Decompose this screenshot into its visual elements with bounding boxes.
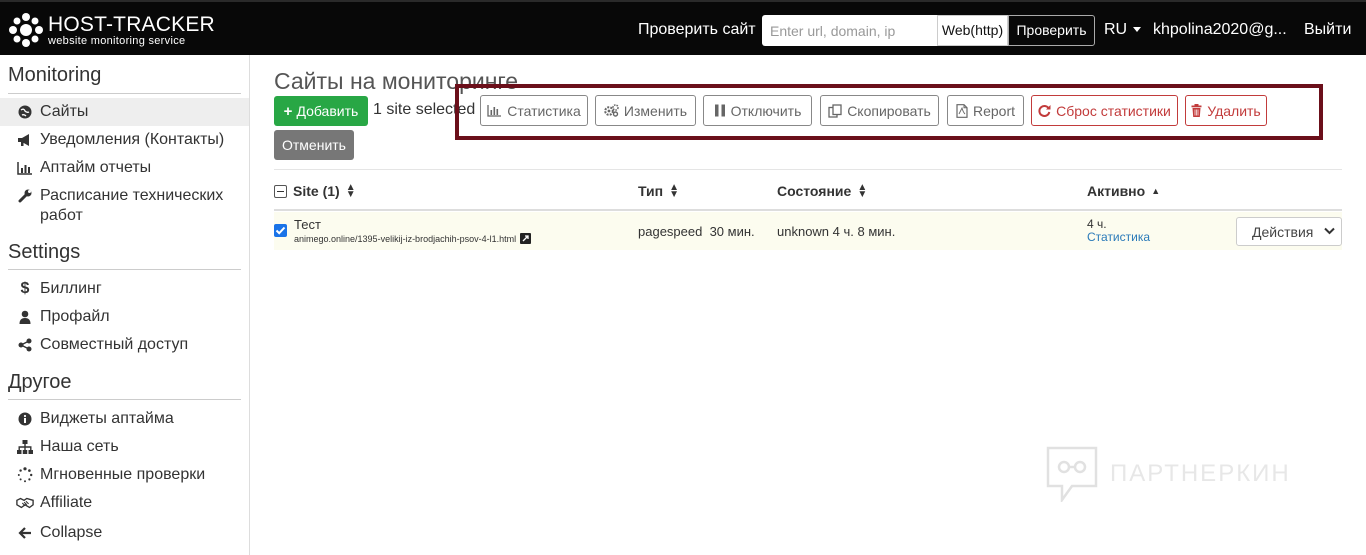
sidebar-item-label: Виджеты аптайма: [40, 410, 174, 427]
spinner-icon: [16, 465, 34, 485]
logo-title: HOST-TRACKER: [48, 12, 215, 36]
column-header-active[interactable]: Активно ▲: [1087, 183, 1160, 199]
caret-down-icon: [1133, 27, 1142, 33]
actions-dropdown-label: Действия: [1252, 223, 1314, 240]
sidebar-item-our-network[interactable]: Наша сеть: [0, 437, 249, 457]
divider: [8, 399, 241, 400]
row-checkbox[interactable]: [274, 224, 287, 237]
check-button[interactable]: Проверить: [1008, 15, 1095, 46]
add-button-label: Добавить: [296, 103, 359, 119]
user-icon: [16, 307, 34, 327]
sidebar-item-label: Аптайм отчеты: [40, 159, 152, 176]
sidebar-item-label: Сайты: [40, 103, 89, 120]
handshake-icon: [16, 493, 34, 513]
external-link-icon[interactable]: [520, 233, 532, 244]
actions-dropdown[interactable]: Действия: [1236, 217, 1342, 246]
sidebar-item-uptime-reports[interactable]: Аптайм отчеты: [0, 158, 249, 178]
bar-chart-icon: [16, 158, 34, 178]
select-all-checkbox[interactable]: [274, 184, 287, 198]
sidebar-item-label: Биллинг: [40, 280, 102, 297]
sidebar-item-label: Наша сеть: [40, 438, 119, 455]
column-header-label: Site (1): [293, 183, 340, 199]
cancel-button[interactable]: Отменить: [274, 130, 354, 160]
sidebar-item-label: Collapse: [40, 524, 103, 541]
dollar-icon: $: [20, 280, 30, 297]
sidebar: Monitoring Сайты Уведомления (Контакты) …: [0, 55, 250, 555]
sort-icon: ▲ ▼: [857, 182, 868, 200]
sidebar-item-label: Affiliate: [40, 494, 93, 511]
top-navbar: HOST-TRACKER website monitoring service …: [0, 0, 1366, 55]
sort-icon: ▲ ▼: [669, 182, 679, 200]
sidebar-item-profile[interactable]: Профайл: [0, 307, 249, 327]
user-account[interactable]: khpolina2020@g...: [1153, 21, 1287, 39]
chevron-down-icon: [1324, 227, 1335, 235]
plus-icon: +: [283, 102, 293, 120]
logo-icon: [9, 13, 43, 47]
add-button[interactable]: + Добавить: [274, 96, 368, 126]
language-dropdown[interactable]: RU: [1104, 21, 1142, 39]
status-cell: unknown 4 ч. 8 мин.: [777, 224, 896, 239]
sidebar-item-label: Уведомления (Контакты): [40, 131, 225, 148]
active-duration: 4 ч.: [1087, 217, 1107, 231]
sidebar-section-settings: Settings: [8, 241, 81, 263]
sidebar-item-sites[interactable]: Сайты: [0, 98, 249, 126]
sitemap-icon: [16, 437, 34, 457]
arrow-left-icon: [16, 523, 34, 543]
sidebar-item-label: Профайл: [40, 308, 110, 325]
divider: [274, 209, 1342, 211]
logo-subtitle: website monitoring service: [48, 34, 186, 47]
minus-icon: [277, 190, 284, 192]
column-header-status[interactable]: Состояние ▲ ▼: [777, 182, 868, 200]
sidebar-section-monitoring: Monitoring: [8, 64, 102, 86]
check-site-label: Проверить сайт: [638, 21, 756, 38]
logout-link[interactable]: Выйти: [1304, 21, 1351, 39]
info-icon: [16, 409, 34, 429]
row-statistics-link[interactable]: Статистика: [1087, 230, 1150, 244]
language-label: RU: [1104, 21, 1128, 38]
logo[interactable]: HOST-TRACKER website monitoring service: [8, 12, 215, 48]
check-interval: 30 мин.: [709, 224, 755, 239]
site-name[interactable]: Тест: [294, 217, 321, 232]
site-url-cell: animego.online/1395-velikij-iz-brodjachi…: [294, 233, 532, 244]
column-header-label: Активно: [1087, 183, 1146, 199]
type-cell: pagespeed 30 мин.: [638, 224, 755, 239]
divider: [8, 269, 241, 270]
divider: [8, 93, 241, 94]
wrench-icon: [16, 186, 34, 206]
column-header-label: Состояние: [777, 183, 852, 199]
share-icon: [16, 335, 34, 355]
watermark: ПАРТНЕРКИН: [1046, 446, 1291, 502]
sidebar-item-collapse[interactable]: Collapse: [0, 523, 249, 543]
sidebar-item-label: Совместный доступ: [40, 336, 189, 353]
sidebar-item-instant-checks[interactable]: Мгновенные проверки: [0, 465, 249, 485]
sidebar-item-notifications[interactable]: Уведомления (Контакты): [0, 130, 249, 150]
sidebar-item-maintenance[interactable]: Расписание технических работ: [0, 186, 240, 226]
url-input[interactable]: [762, 15, 937, 46]
toolbar-highlight-frame: [455, 84, 1323, 140]
watermark-logo-icon: [1046, 446, 1098, 502]
sort-icon: ▲ ▼: [345, 182, 356, 200]
check-type: pagespeed: [638, 224, 703, 239]
bullhorn-icon: [16, 130, 34, 150]
sidebar-section-other: Другое: [8, 371, 72, 393]
sidebar-item-shared-access[interactable]: Совместный доступ: [0, 335, 249, 355]
check-type-selector[interactable]: Web(http): [937, 15, 1008, 46]
globe-icon: [16, 102, 34, 122]
sidebar-item-billing[interactable]: $ Биллинг: [0, 279, 249, 299]
sidebar-item-label: Мгновенные проверки: [40, 466, 206, 483]
sidebar-item-uptime-widgets[interactable]: Виджеты аптайма: [0, 409, 249, 429]
column-header-label: Тип: [638, 183, 664, 199]
column-header-site[interactable]: Site (1) ▲ ▼: [274, 182, 356, 200]
sort-asc-icon: ▲: [1151, 186, 1161, 196]
sidebar-item-label: Расписание технических работ: [40, 187, 224, 224]
divider: [274, 169, 1342, 170]
site-url: animego.online/1395-velikij-iz-brodjachi…: [294, 233, 517, 244]
check-icon: [275, 226, 286, 235]
column-header-type[interactable]: Тип ▲ ▼: [638, 182, 679, 200]
sidebar-item-affiliate[interactable]: Affiliate: [0, 493, 249, 513]
watermark-text: ПАРТНЕРКИН: [1110, 460, 1291, 487]
